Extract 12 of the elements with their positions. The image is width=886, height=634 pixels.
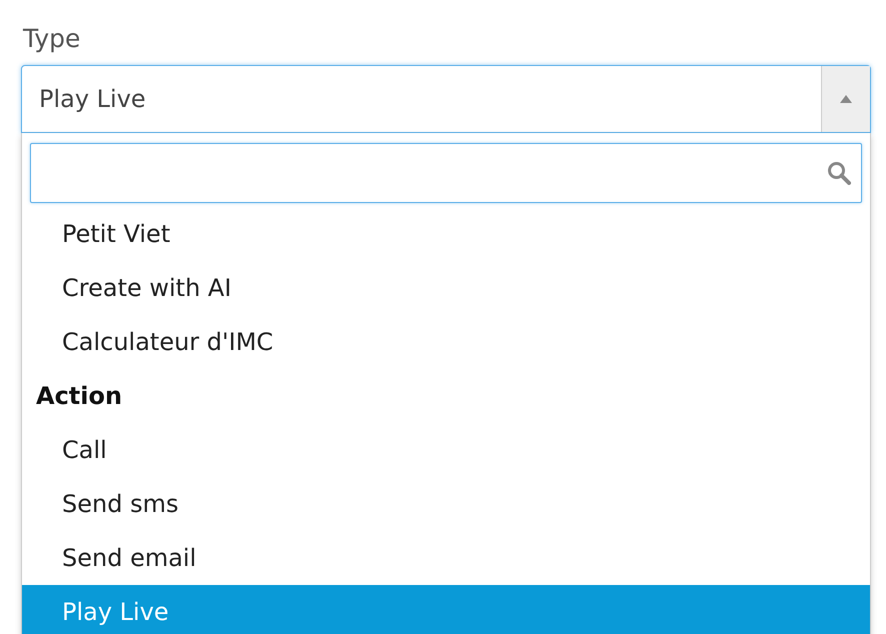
dropdown-option[interactable]: Create with AI bbox=[22, 261, 870, 315]
dropdown-option[interactable]: Send sms bbox=[22, 477, 870, 531]
type-select[interactable]: Play Live bbox=[21, 65, 871, 133]
dropdown-option[interactable]: Calculateur d'IMC bbox=[22, 315, 870, 369]
dropdown-option[interactable]: Send email bbox=[22, 531, 870, 585]
group-heading: Action bbox=[35, 381, 124, 412]
search-field[interactable] bbox=[30, 143, 862, 203]
caret-icon bbox=[840, 95, 852, 103]
dropdown-option[interactable]: Call bbox=[22, 423, 870, 477]
field-label: Type bbox=[23, 24, 82, 53]
dropdown-option[interactable]: Petit Viet bbox=[22, 207, 870, 261]
search-icon bbox=[827, 161, 851, 185]
